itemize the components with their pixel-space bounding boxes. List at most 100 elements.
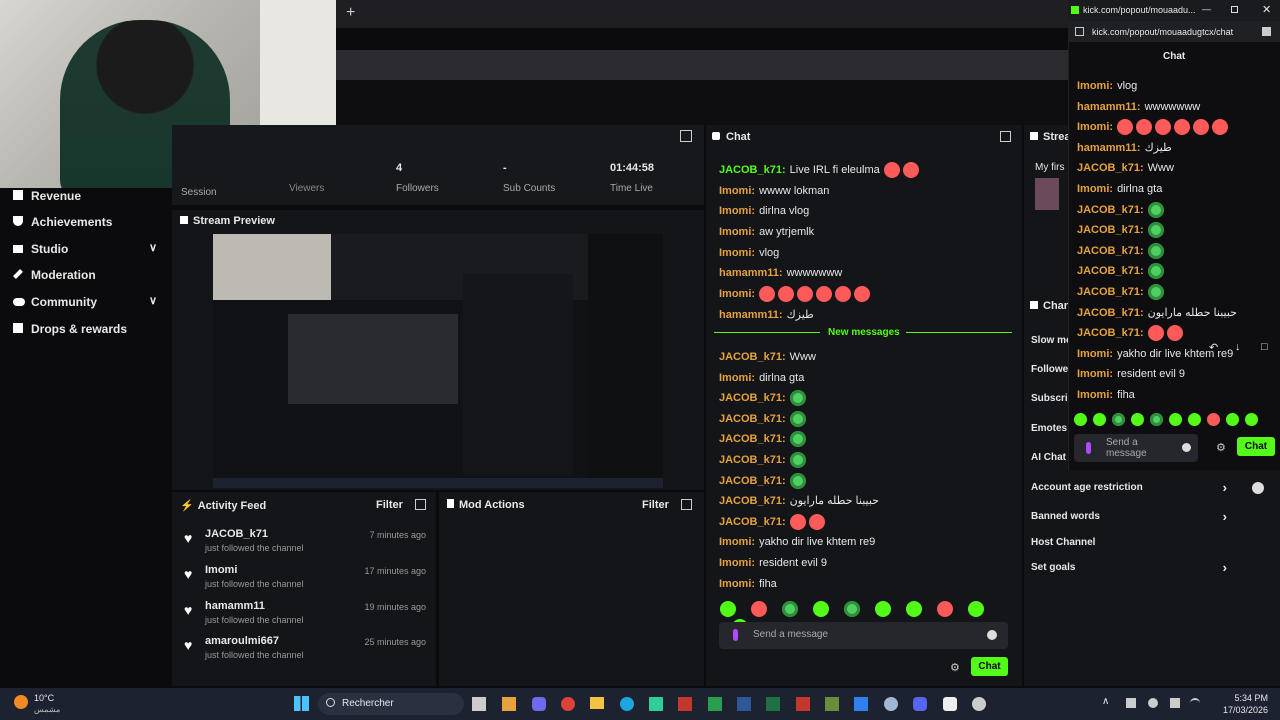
app-icon[interactable]	[649, 697, 663, 711]
chat-send-button[interactable]: Chat	[971, 657, 1008, 676]
chat-username[interactable]: JACOB_k71:	[1077, 327, 1144, 339]
chat-username[interactable]: hamamm11:	[1077, 142, 1141, 154]
chat-message[interactable]: Imomi: dirlna gta	[719, 368, 1014, 389]
taskbar-search[interactable]: Rechercher	[318, 693, 464, 715]
chat-username[interactable]: JACOB_k71:	[719, 495, 786, 507]
chat-message[interactable]: JACOB_k71:	[1077, 261, 1277, 282]
emote-icon[interactable]	[782, 600, 798, 617]
mod-expand-icon[interactable]	[681, 499, 692, 510]
chat-message[interactable]: hamamm11: طيزك	[1077, 138, 1277, 159]
setting-link-banned-words[interactable]: Banned words ›	[1031, 509, 1227, 524]
chat-message[interactable]: Imomi: vlog	[1077, 76, 1277, 97]
chat-username[interactable]: Imomi:	[719, 372, 755, 384]
chat-username[interactable]: JACOB_k71:	[1077, 307, 1144, 319]
steam-icon[interactable]	[884, 697, 898, 711]
delete-icon[interactable]: □	[1261, 341, 1268, 353]
chat-message[interactable]: JACOB_k71: Www	[1077, 158, 1277, 179]
message-hover-toolbar[interactable]: ↶ ↓ □	[1205, 341, 1277, 357]
chat-username[interactable]: JACOB_k71:	[719, 516, 786, 528]
sidebar-item-achievements[interactable]: Achievements	[13, 215, 112, 229]
chat-message[interactable]: Imomi: yakho dir live khtem re9	[719, 532, 1014, 553]
activity-filter-button[interactable]: Filter	[376, 499, 403, 511]
minimize-icon[interactable]: —	[1202, 4, 1211, 14]
chat-message[interactable]: JACOB_k71:	[719, 512, 1014, 533]
tray-clock[interactable]: 5:34 PM 17/03/2026	[1220, 693, 1268, 715]
chat-username[interactable]: JACOB_k71:	[719, 351, 786, 363]
chat-username[interactable]: Imomi:	[719, 557, 755, 569]
tiktok-icon[interactable]	[943, 697, 957, 711]
vscode-icon[interactable]	[854, 697, 868, 711]
chat-username[interactable]: Imomi:	[719, 205, 755, 217]
chat-username[interactable]: Imomi:	[719, 247, 755, 259]
chat-message[interactable]: Imomi: wwww lokman	[719, 181, 1014, 202]
tray-icon[interactable]	[1126, 698, 1136, 708]
emote-icon[interactable]	[751, 600, 767, 617]
chat-message[interactable]: hamamm11: wwwwwww	[1077, 97, 1277, 118]
emote-icon[interactable]	[1245, 413, 1258, 427]
chat-username[interactable]: JACOB_k71:	[1077, 265, 1144, 277]
wifi-icon[interactable]	[1190, 698, 1200, 708]
emote-icon[interactable]	[1207, 413, 1220, 427]
chat-username[interactable]: Imomi:	[1077, 183, 1113, 195]
chat-username[interactable]: Imomi:	[1077, 348, 1113, 360]
emote-icon[interactable]	[1226, 413, 1239, 427]
emote-icon[interactable]	[1093, 413, 1106, 427]
chat-message[interactable]: JACOB_k71:	[719, 450, 1014, 471]
edge-icon[interactable]	[620, 697, 634, 711]
setting-row-followers[interactable]: Followe	[1031, 364, 1068, 375]
emote-icon[interactable]	[720, 600, 736, 617]
chat-expand-icon[interactable]	[1000, 131, 1011, 142]
chat-username[interactable]: JACOB_k71:	[719, 392, 786, 404]
chat-message[interactable]: Imomi: resident evil 9	[719, 553, 1014, 574]
chat-message[interactable]: JACOB_k71:	[719, 388, 1014, 409]
weather-temp[interactable]: 10°C	[34, 693, 54, 703]
folder-icon[interactable]	[590, 697, 604, 709]
chat-username[interactable]: Imomi:	[719, 185, 755, 197]
chat-message[interactable]: JACOB_k71:	[719, 429, 1014, 450]
gear-icon[interactable]: ⚙	[1216, 441, 1226, 454]
chat-message[interactable]: JACOB_k71:	[1077, 282, 1277, 303]
chat-message[interactable]: JACOB_k71:	[719, 471, 1014, 492]
chrome-icon[interactable]	[561, 697, 575, 711]
chat-message[interactable]: Imomi: vlog	[719, 243, 1014, 264]
translate-icon[interactable]	[1262, 27, 1271, 36]
emote-icon[interactable]	[968, 600, 984, 617]
setting-row-emotes[interactable]: Emotes	[1031, 423, 1067, 434]
chat-message[interactable]: JACOB_k71: حبيبنا حطله مارايون	[1077, 303, 1277, 324]
tray-icon[interactable]	[1170, 698, 1180, 708]
chat-username[interactable]: JACOB_k71:	[719, 164, 786, 176]
activity-expand-icon[interactable]	[415, 499, 426, 510]
emote-icon[interactable]	[813, 600, 829, 617]
sidebar-item-moderation[interactable]: Moderation	[13, 268, 96, 282]
emote-icon[interactable]	[1131, 413, 1144, 427]
chat-username[interactable]: Imomi:	[719, 578, 755, 590]
chat-message[interactable]: Imomi: fiha	[1077, 385, 1277, 406]
pin-icon[interactable]: ↓	[1235, 341, 1241, 353]
excel-icon[interactable]	[766, 697, 780, 711]
chat-message[interactable]: JACOB_k71:	[1077, 220, 1277, 241]
chat-message[interactable]: JACOB_k71:	[1077, 200, 1277, 221]
weather-icon[interactable]	[14, 695, 28, 709]
explorer-icon[interactable]	[502, 697, 516, 711]
emote-icon[interactable]	[937, 600, 953, 617]
chat-message[interactable]: Imomi:	[719, 284, 1014, 305]
copilot-icon[interactable]	[532, 697, 546, 711]
chevron-up-icon[interactable]: ∧	[1102, 696, 1109, 707]
chat-message[interactable]: JACOB_k71: Www	[719, 347, 1014, 368]
chat-username[interactable]: Imomi:	[1077, 80, 1113, 92]
app-icon[interactable]	[678, 697, 692, 711]
emote-icon[interactable]	[1074, 413, 1087, 427]
chat-message[interactable]: hamamm11: طيزك	[719, 305, 1014, 326]
new-tab-button[interactable]: +	[346, 4, 355, 22]
chat-username[interactable]: JACOB_k71:	[1077, 204, 1144, 216]
popout-emote-bar[interactable]	[1074, 411, 1274, 427]
mod-filter-button[interactable]: Filter	[642, 499, 669, 511]
obs-icon[interactable]	[972, 697, 986, 711]
reply-icon[interactable]: ↶	[1209, 341, 1218, 354]
sidebar-item-studio[interactable]: Studio ∨	[13, 242, 163, 256]
sidebar-item-drops[interactable]: Drops & rewards	[13, 322, 127, 336]
emote-icon[interactable]	[1169, 413, 1182, 427]
chat-message[interactable]: Imomi: dirlna gta	[1077, 179, 1277, 200]
stream-preview-video[interactable]	[213, 234, 663, 488]
chat-username[interactable]: JACOB_k71:	[1077, 162, 1144, 174]
